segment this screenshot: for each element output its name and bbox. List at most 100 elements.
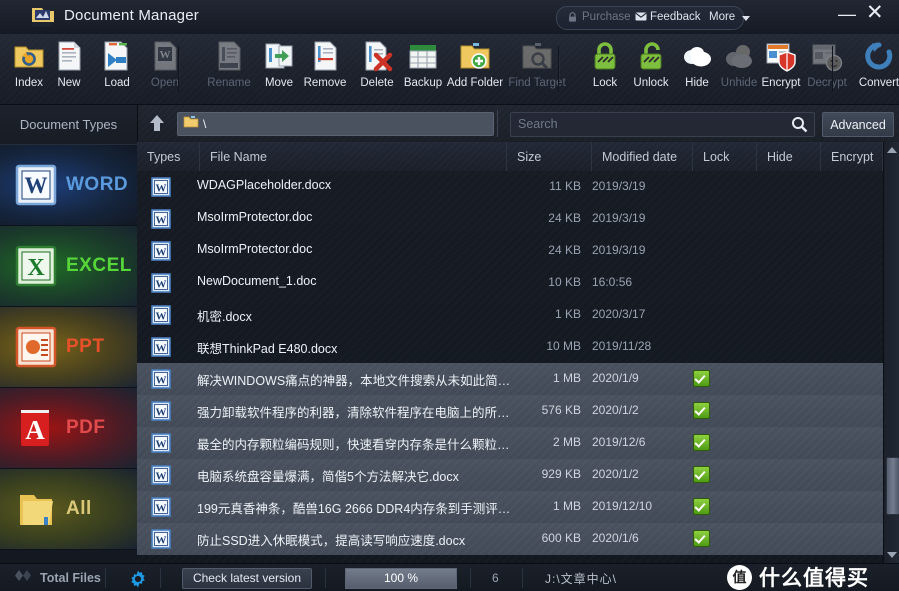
folder-icon [183,115,199,133]
progress-bar: 100 % [345,567,457,589]
word-file-icon: W [151,177,171,197]
rename-file-icon [213,40,245,74]
word-file-icon: W [151,465,171,485]
file-name-cell: NewDocument_1.doc [197,274,317,288]
up-arrow-icon[interactable] [145,112,169,134]
file-name-cell: MsoIrmProtector.doc [197,242,313,256]
lock-checkmark-icon[interactable] [693,498,710,515]
new-document-icon [53,40,85,74]
svg-text:W: W [156,247,167,259]
table-row[interactable]: W 199元真香神条，酷兽16G 2666 DDR4内存条到手测评… 1 MB 201… [137,491,883,523]
lock-checkmark-icon[interactable] [693,402,710,419]
toolbar-button-convert[interactable]: Convert [850,40,899,100]
status-divider-4 [470,568,471,588]
more-menu-button[interactable]: More [709,11,751,23]
svg-text:W: W [160,49,171,61]
word-file-icon: W [151,497,171,517]
column-header-hide[interactable]: Hide [757,142,821,171]
svg-text:W: W [156,279,167,291]
table-row[interactable]: W 强力卸载软件程序的利器，清除软件程序在电脑上的所… 576 KB 2020/1/2 [137,395,883,427]
settings-button[interactable] [129,564,146,591]
table-row[interactable]: W 机密.docx 1 KB 2020/3/17 [137,299,883,331]
svg-text:A: A [25,415,45,445]
file-size-cell: 1 MB [552,499,581,513]
toolbar-label: Lock [592,77,618,89]
file-size-cell: 24 KB [548,211,581,225]
close-button[interactable]: ✕ [866,2,884,24]
search-icon[interactable] [791,116,808,138]
check-latest-version-button[interactable]: Check latest version [182,567,312,589]
window-title: Document Manager [64,7,199,24]
table-row[interactable]: W 联想ThinkPad E480.docx 10 MB 2019/11/28 [137,331,883,363]
column-header-lock[interactable]: Lock [693,142,757,171]
load-document-icon [101,40,133,74]
sidebar-item-pdf[interactable]: A PDF [0,388,137,469]
watermark-badge: 值 [727,564,752,590]
sidebar-item-word[interactable]: W WORD [0,145,137,226]
lock-closed-icon [589,40,621,74]
gear-icon[interactable] [129,570,146,587]
feedback-button[interactable]: Feedback [635,11,701,23]
table-row[interactable]: W WDAGPlaceholder.docx 11 KB 2019/3/19 [137,171,883,203]
toolbar-button-remove[interactable]: Remove [296,40,354,100]
minimize-button[interactable]: — [838,5,856,23]
column-header-size[interactable]: Size [507,142,592,171]
svg-text:W: W [25,173,48,198]
svg-text:W: W [156,407,167,419]
path-input[interactable]: \ [177,112,494,136]
toolbar-label: Encrypt [761,77,801,89]
table-row[interactable]: W MsoIrmProtector.doc 24 KB 2019/3/19 [137,203,883,235]
table-row[interactable]: W NewDocument_1.doc 10 KB 16:0:56 [137,267,883,299]
table-row[interactable]: W 电脑系统盘容量爆满，简偕5个方法解决它.docx 929 KB 2020/1/2 [137,459,883,491]
modified-date-cell: 16:0:56 [592,275,633,289]
watermark-text: 什么值得买 [759,567,869,590]
vertical-scrollbar[interactable] [883,142,899,563]
toolbar-label: Index [14,77,44,89]
table-row[interactable]: W 最全的内存颗粒编码规则，快速看穿内存条是什么颗粒… 2 MB 2019/12/6 [137,427,883,459]
check-version-wrap: Check latest version [182,564,312,591]
purchase-button[interactable]: Purchase [567,11,631,23]
file-name-cell: 最全的内存颗粒编码规则，快速看穿内存条是什么颗粒… [197,438,510,452]
sidebar-item-excel[interactable]: X EXCEL [0,226,137,307]
file-size-cell: 1 MB [552,371,581,385]
lock-checkmark-icon[interactable] [693,466,710,483]
current-path-wrap: J:\文章中心\ [545,564,617,591]
toolbar-button-backup[interactable]: Backup [394,40,452,100]
file-name-cell: 强力卸载软件程序的利器，清除软件程序在电脑上的所… [197,406,510,420]
column-header-encrypt[interactable]: Encrypt [821,142,883,171]
file-name-cell: 联想ThinkPad E480.docx [197,342,338,356]
toolbar-label: Decrypt [807,77,847,89]
file-list[interactable]: W WDAGPlaceholder.docx 11 KB 2019/3/19 W MsoI… [137,171,883,563]
sidebar-item-all[interactable]: All [0,469,137,550]
file-size-cell: 10 KB [548,275,581,289]
search-input[interactable]: Search [510,112,815,137]
purchase-label: Purchase [582,11,631,23]
delete-file-icon [361,40,393,74]
main-toolbar: Index New Load W Open Rename Move Remove Delete B… [0,34,899,105]
column-header-file-name[interactable]: File Name [200,142,507,171]
scroll-up-arrow-icon[interactable] [884,142,899,158]
column-header-types[interactable]: Types [137,142,200,171]
add-folder-icon [459,40,491,74]
table-row[interactable]: W 防止SSD进入休眠模式，提高读写响应速度.docx 600 KB 2020/1/6 [137,523,883,555]
toolbar-button-add-folder[interactable]: Add Folder [446,40,504,100]
toolbar-label: Load [104,77,130,89]
lock-checkmark-icon[interactable] [693,434,710,451]
word-file-icon: W [151,369,171,389]
word-icon: W [14,163,58,207]
file-size-cell: 600 KB [541,531,581,545]
advanced-search-button[interactable]: Advanced [822,112,894,137]
table-row[interactable]: W 解决WINDOWS痛点的神器，本地文件搜索从未如此简… 1 MB 2020/1/9 [137,363,883,395]
svg-text:W: W [156,311,167,323]
search-placeholder: Search [518,117,558,131]
lock-checkmark-icon[interactable] [693,530,710,547]
scroll-thumb[interactable] [886,457,899,515]
svg-text:W: W [156,535,167,547]
scroll-down-arrow-icon[interactable] [884,547,899,563]
encrypt-shield-icon [765,40,797,74]
word-file-icon: W [151,305,171,325]
column-header-modified-date[interactable]: Modified date [592,142,693,171]
table-row[interactable]: W MsoIrmProtector.doc 24 KB 2019/3/19 [137,235,883,267]
lock-checkmark-icon[interactable] [693,370,710,387]
sidebar-item-ppt[interactable]: PPT [0,307,137,388]
